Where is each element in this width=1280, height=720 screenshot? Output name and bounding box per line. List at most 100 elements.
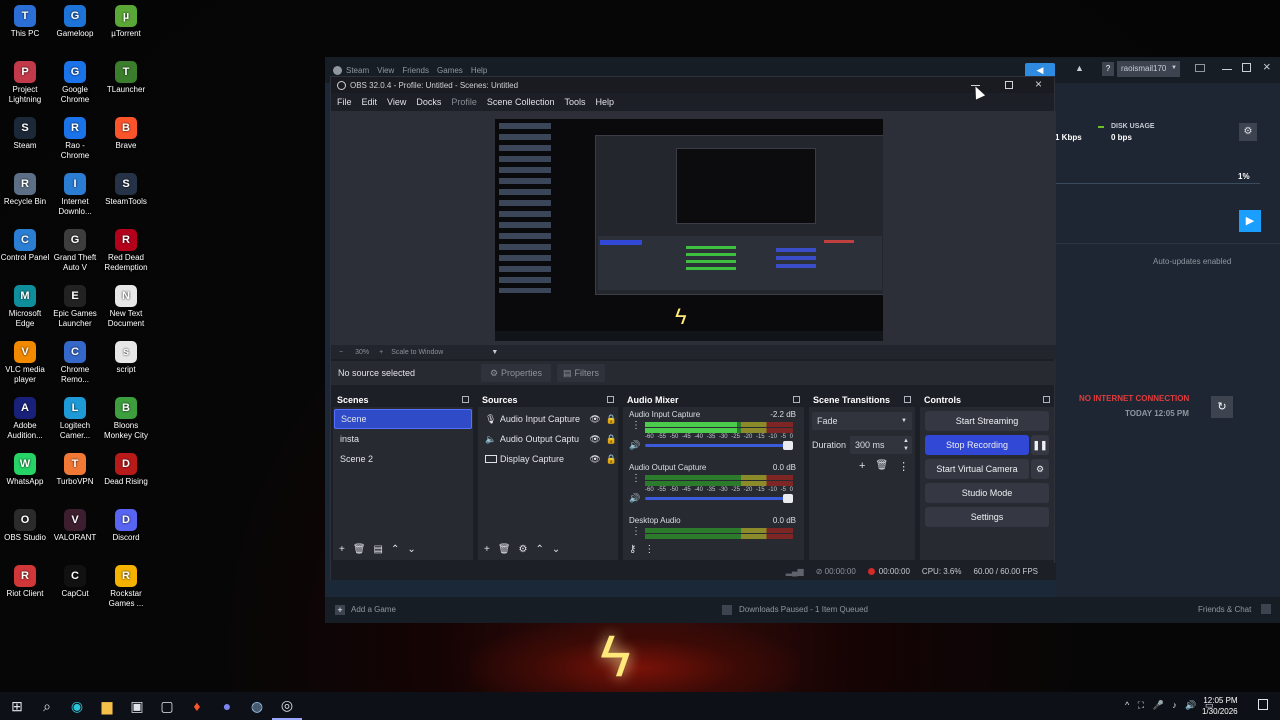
menu-scene-collection[interactable]: Scene Collection <box>487 97 555 107</box>
clock[interactable]: 12:05 PM 1/30/2026 <box>1202 695 1238 717</box>
desktop-icon[interactable]: R Red Dead Redemption <box>101 229 151 273</box>
settings-gear-icon[interactable]: ⚙ <box>1239 123 1257 141</box>
remove-scene-icon[interactable]: 🗑 <box>353 544 366 555</box>
remove-source-icon[interactable]: 🗑 <box>498 544 511 555</box>
help-button[interactable]: ? <box>1102 62 1114 76</box>
lock-icon[interactable]: 🔒 <box>606 454 617 465</box>
edge-taskbar-icon[interactable]: ◉ <box>62 692 92 720</box>
settings-button[interactable]: Settings <box>925 507 1049 527</box>
desktop-icon[interactable]: E Epic Games Launcher <box>50 285 100 329</box>
obs-taskbar-icon[interactable]: ◎ <box>272 692 302 720</box>
desktop-icon[interactable]: G Gameloop <box>50 5 100 39</box>
steam-menu-help[interactable]: Help <box>471 66 487 75</box>
volume-speaker-icon[interactable]: 🔊 <box>629 493 640 504</box>
minimize-icon[interactable] <box>1222 69 1232 70</box>
filters-button[interactable]: ▤ Filters <box>557 364 605 382</box>
lock-icon[interactable]: 🔒 <box>606 414 617 425</box>
desktop-icon[interactable]: S SteamTools <box>101 173 151 207</box>
stop-recording-button[interactable]: Stop Recording <box>925 435 1029 455</box>
add-source-icon[interactable]: + <box>484 544 490 555</box>
source-down-icon[interactable]: ⌄ <box>552 544 560 555</box>
desktop-icon[interactable]: V VALORANT <box>50 509 100 543</box>
source-item[interactable]: Display Capture 👁 🔒 <box>479 449 617 469</box>
desktop-icon[interactable]: s script <box>101 341 151 375</box>
transition-menu-icon[interactable]: ⋮ <box>898 460 909 473</box>
menu-profile[interactable]: Profile <box>451 97 477 107</box>
close-icon[interactable]: × <box>1263 59 1271 74</box>
move-down-icon[interactable]: ⌄ <box>407 544 415 555</box>
steam-menu-view[interactable]: View <box>377 66 394 75</box>
sources-undock-icon[interactable] <box>607 396 614 403</box>
menu-tools[interactable]: Tools <box>564 97 585 107</box>
volume-slider-handle[interactable] <box>783 441 793 450</box>
add-scene-icon[interactable]: + <box>339 544 345 555</box>
scene-item[interactable]: insta <box>334 429 472 449</box>
downloads-icon[interactable] <box>722 605 732 615</box>
desktop-icon[interactable]: µ µTorrent <box>101 5 151 39</box>
add-game-button[interactable]: Add a Game <box>351 605 396 614</box>
desktop-icon[interactable]: R Rao - Chrome <box>50 117 100 161</box>
desktop-icon[interactable]: N New Text Document <box>101 285 151 329</box>
desktop-icon[interactable]: B Brave <box>101 117 151 151</box>
visibility-eye-icon[interactable]: 👁 <box>589 454 600 465</box>
desktop-icon[interactable]: O OBS Studio <box>0 509 50 543</box>
notifications-icon[interactable] <box>1258 699 1268 710</box>
monitor-icon[interactable] <box>1195 64 1205 72</box>
channel-menu-icon[interactable]: ⋮ <box>631 473 641 484</box>
studio-mode-button[interactable]: Studio Mode <box>925 483 1049 503</box>
remove-transition-icon[interactable]: 🗑 <box>875 460 888 473</box>
play-button[interactable]: ▶ <box>1239 210 1261 232</box>
desktop-icon[interactable]: T TLauncher <box>101 61 151 95</box>
steam-menu-steam[interactable]: Steam <box>346 66 369 75</box>
transitions-undock-icon[interactable] <box>904 396 911 403</box>
maximize-icon[interactable] <box>1242 63 1251 72</box>
source-item[interactable]: 🔈 Audio Output Captu 👁 🔒 <box>479 429 617 449</box>
desktop-icon[interactable]: D Discord <box>101 509 151 543</box>
mixer-menu-icon[interactable]: ⋮ <box>644 544 654 555</box>
notification-bell-icon[interactable]: ▲ <box>1075 63 1084 73</box>
steam-taskbar-icon[interactable]: ◍ <box>242 692 272 720</box>
desktop-icon[interactable]: L Logitech Camer... <box>50 397 100 441</box>
obs-close-icon[interactable]: × <box>1035 77 1042 91</box>
scene-filters-icon[interactable]: ▤ <box>374 544 383 555</box>
scale-dropdown-icon[interactable]: ▼ <box>491 349 498 356</box>
source-up-icon[interactable]: ⌃ <box>536 544 544 555</box>
desktop-icon[interactable]: V VLC media player <box>0 341 50 385</box>
announcement-button[interactable]: ◀ <box>1025 63 1055 77</box>
obs-maximize-icon[interactable] <box>1005 81 1013 89</box>
zoom-in-button[interactable]: + <box>379 349 383 356</box>
lock-icon[interactable]: 🔒 <box>606 434 617 445</box>
desktop-icon[interactable]: C CapCut <box>50 565 100 599</box>
steam-menu-friends[interactable]: Friends <box>402 66 429 75</box>
desktop-icon[interactable]: M Microsoft Edge <box>0 285 50 329</box>
desktop-icon[interactable]: T TurboVPN <box>50 453 100 487</box>
friends-chat-button[interactable]: Friends & Chat <box>1198 605 1251 614</box>
transition-select[interactable]: Fade ▼ <box>812 412 912 430</box>
store-icon[interactable]: ▣ <box>122 692 152 720</box>
desktop-icon[interactable]: P Project Lightning <box>0 61 50 105</box>
menu-docks[interactable]: Docks <box>416 97 441 107</box>
downloads-status[interactable]: Downloads Paused - 1 Item Queued <box>739 605 868 614</box>
duration-stepper-icon[interactable]: ▲ ▼ <box>903 437 909 453</box>
visibility-eye-icon[interactable]: 👁 <box>589 414 600 425</box>
menu-view[interactable]: View <box>387 97 406 107</box>
start-virtual-camera-button[interactable]: Start Virtual Camera <box>925 459 1029 479</box>
move-up-icon[interactable]: ⌃ <box>391 544 399 555</box>
desktop-icon[interactable]: G Google Chrome <box>50 61 100 105</box>
scenes-undock-icon[interactable] <box>462 396 469 403</box>
obs-preview[interactable]: ϟ <box>331 111 1056 345</box>
desktop-icon[interactable]: R Recycle Bin <box>0 173 50 207</box>
friends-chat-icon[interactable] <box>1261 604 1271 614</box>
menu-help[interactable]: Help <box>595 97 614 107</box>
volume-slider-handle[interactable] <box>783 494 793 503</box>
desktop-icon[interactable]: C Control Panel <box>0 229 50 263</box>
start-streaming-button[interactable]: Start Streaming <box>925 411 1049 431</box>
visibility-eye-icon[interactable]: 👁 <box>589 434 600 445</box>
desktop-icon[interactable]: B Bloons Monkey City <box>101 397 151 441</box>
pause-recording-button[interactable]: ❚❚ <box>1031 435 1049 455</box>
channel-menu-icon[interactable]: ⋮ <box>631 420 641 431</box>
search-icon[interactable]: ⌕ <box>32 692 62 720</box>
zoom-out-button[interactable]: − <box>339 349 343 356</box>
app-window-icon[interactable]: ▢ <box>152 692 182 720</box>
steam-menu-games[interactable]: Games <box>437 66 463 75</box>
